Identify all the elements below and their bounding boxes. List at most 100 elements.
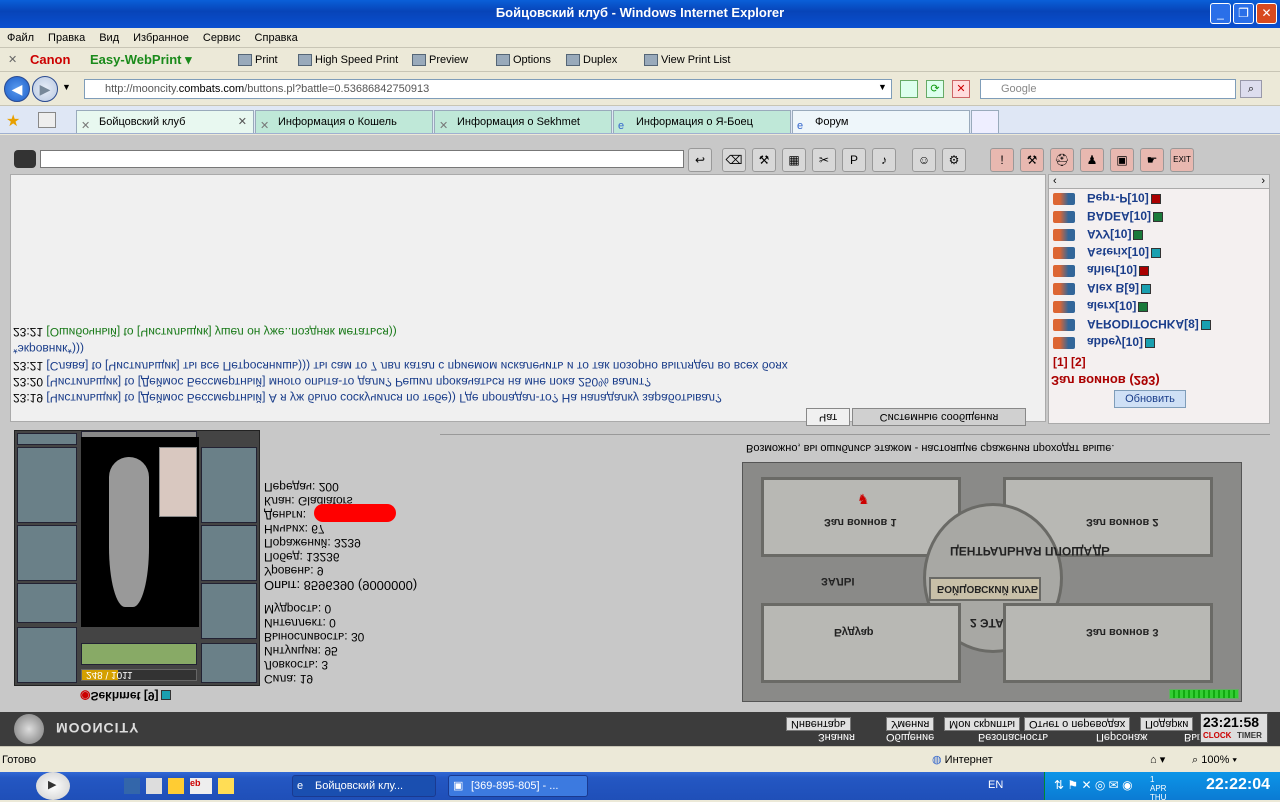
- map-zone-boudoir[interactable]: Будуар: [761, 603, 961, 683]
- start-button[interactable]: ▶: [36, 772, 70, 800]
- pet-slot[interactable]: [159, 447, 197, 517]
- compat-icon[interactable]: [900, 80, 918, 98]
- chat-settings-icon[interactable]: ⚙: [942, 148, 966, 172]
- tab-chat[interactable]: Чат: [806, 408, 850, 426]
- easy-webprint-menu[interactable]: Easy-WebPrint ▾: [90, 52, 192, 68]
- options-button[interactable]: Options: [496, 52, 551, 68]
- user-action-icon[interactable]: [1053, 210, 1075, 223]
- clock-timer-widget[interactable]: 23:21:58 CLOCK TIMER: [1200, 713, 1268, 743]
- menu-character[interactable]: Персонаж: [1096, 731, 1147, 743]
- menu-security[interactable]: Безопасность: [978, 731, 1048, 743]
- task-icq[interactable]: ▣ [369-895-805] - ...: [448, 775, 588, 797]
- menu-view[interactable]: Вид: [92, 28, 126, 48]
- weapon-slot[interactable]: [17, 525, 77, 581]
- chat-log-icon[interactable]: ▦: [782, 148, 806, 172]
- tab-info-ya-boets[interactable]: e Информация о Я-Боец: [613, 110, 791, 133]
- user-row[interactable]: Берт-Р[10]: [1053, 191, 1263, 209]
- favorites-star-icon[interactable]: ★: [6, 111, 20, 131]
- stop-icon[interactable]: ✕: [952, 80, 970, 98]
- tab-forum[interactable]: e Форум: [792, 110, 970, 133]
- tab-fight-club[interactable]: ✕ Бойцовский клуб ✕: [76, 110, 254, 133]
- address-dropdown-icon[interactable]: ▼: [878, 82, 887, 92]
- clock-label[interactable]: CLOCK: [1203, 731, 1231, 740]
- user-row[interactable]: Аsterix[10]: [1053, 245, 1263, 263]
- user-row[interactable]: Alex B[9]: [1053, 281, 1263, 299]
- user-action-icon[interactable]: [1053, 228, 1075, 241]
- timer-label[interactable]: TIMER: [1237, 731, 1262, 740]
- character-silhouette[interactable]: [81, 437, 199, 627]
- history-dropdown-icon[interactable]: ▼: [62, 82, 71, 92]
- chat-send-icon[interactable]: ↩: [688, 148, 712, 172]
- exit-button[interactable]: EXIT: [1170, 148, 1194, 172]
- menu-favorites[interactable]: Избранное: [126, 28, 196, 48]
- user-action-icon[interactable]: [1053, 192, 1075, 205]
- menu-help[interactable]: Справка: [248, 28, 305, 48]
- quick-items[interactable]: [81, 643, 197, 665]
- chat-smile-icon[interactable]: ☺: [912, 148, 936, 172]
- duplex-button[interactable]: Duplex: [566, 52, 617, 68]
- scroll-left-icon[interactable]: ‹: [1053, 175, 1057, 187]
- chat-sound-icon[interactable]: ♪: [872, 148, 896, 172]
- user-row[interactable]: BADEA[10]: [1053, 209, 1263, 227]
- forward-button[interactable]: ▶: [32, 76, 58, 102]
- tool-person-icon[interactable]: ♟: [1080, 148, 1104, 172]
- tray-icons[interactable]: ⇅ ⚑ ✕ ◎ ✉ ◉: [1054, 778, 1154, 794]
- chat-filter-icon[interactable]: ⚒: [752, 148, 776, 172]
- armor-slot[interactable]: [17, 447, 77, 523]
- map-fight-club-sign[interactable]: БОЙЦОВСКИЙ КЛУБ: [929, 577, 1041, 601]
- user-action-icon[interactable]: [1053, 246, 1075, 259]
- tool-exclamation-icon[interactable]: !: [990, 148, 1014, 172]
- quicklaunch-save-icon[interactable]: [146, 778, 162, 794]
- potion-slots[interactable]: [201, 643, 257, 683]
- quicklaunch-folder-icon[interactable]: [168, 778, 184, 794]
- high-speed-print-button[interactable]: High Speed Print: [298, 52, 398, 68]
- print-button[interactable]: Print: [238, 52, 278, 68]
- menu-knowledge[interactable]: Знания: [818, 731, 855, 743]
- user-action-icon[interactable]: [1053, 300, 1075, 313]
- tab-system-messages[interactable]: Системные сообщения: [852, 408, 1026, 426]
- close-button[interactable]: ✕: [1256, 3, 1277, 24]
- user-row[interactable]: AFRODITOCHKA[8]: [1053, 317, 1263, 335]
- minimize-button[interactable]: _: [1210, 3, 1231, 24]
- menu-transfer-report[interactable]: Отчет о переводах: [1024, 717, 1131, 731]
- tool-hammer-icon[interactable]: ⚒: [1020, 148, 1044, 172]
- user-action-icon[interactable]: [1053, 264, 1075, 277]
- language-indicator[interactable]: EN: [988, 779, 1003, 791]
- tool-hand-icon[interactable]: ☛: [1140, 148, 1164, 172]
- tab-close-icon[interactable]: ✕: [238, 111, 247, 133]
- offhand-slot[interactable]: [201, 525, 257, 581]
- menu-gifts[interactable]: Подарки: [1140, 717, 1194, 731]
- tool-bag-icon[interactable]: ▣: [1110, 148, 1134, 172]
- quicklaunch-desktop-icon[interactable]: [124, 778, 140, 794]
- chat-scissors-icon[interactable]: ✂: [812, 148, 836, 172]
- chat-message-input[interactable]: [40, 150, 684, 168]
- scroll-right-icon[interactable]: ›: [1261, 175, 1265, 187]
- address-input[interactable]: http://mooncity.combats.com/buttons.pl?b…: [84, 79, 892, 99]
- user-action-icon[interactable]: [1053, 318, 1075, 331]
- character-name[interactable]: ◉Sekhmet [9]: [80, 689, 171, 703]
- back-button[interactable]: ◀: [4, 76, 30, 102]
- tab-info-koshel[interactable]: ✕ Информация о Кошель: [255, 110, 433, 133]
- menu-skills[interactable]: Умения: [886, 717, 935, 731]
- shield-slot[interactable]: [201, 447, 257, 523]
- map-zone-warriors-3[interactable]: Зал воинов 3: [1003, 603, 1213, 683]
- protected-mode-icon[interactable]: ⌂ ▾: [1150, 747, 1165, 773]
- user-row[interactable]: ahler[10]: [1053, 263, 1263, 281]
- gloves-slot[interactable]: [17, 583, 77, 623]
- equip-slot[interactable]: [17, 433, 77, 445]
- refresh-users-button[interactable]: Обновить: [1114, 390, 1186, 408]
- user-row[interactable]: alerx[10]: [1053, 299, 1263, 317]
- menu-inventory[interactable]: Инвентарь: [786, 717, 851, 731]
- chat-clear-icon[interactable]: ⌫: [722, 148, 746, 172]
- menu-edit[interactable]: Правка: [41, 28, 92, 48]
- user-action-icon[interactable]: [1053, 282, 1075, 295]
- map-halls-label[interactable]: ЗАЛЫ: [821, 575, 854, 587]
- zoom-control[interactable]: ⌕ 100% ▾: [1192, 747, 1237, 773]
- quick-tabs-icon[interactable]: [38, 112, 56, 128]
- chat-camera-icon[interactable]: [14, 150, 36, 168]
- chat-private-icon[interactable]: P: [842, 148, 866, 172]
- menu-tools[interactable]: Сервис: [196, 28, 248, 48]
- user-pages[interactable]: [1] [2]: [1053, 355, 1086, 369]
- tool-helmet-icon[interactable]: ⛑: [1050, 148, 1074, 172]
- user-row[interactable]: АУУ[10]: [1053, 227, 1263, 245]
